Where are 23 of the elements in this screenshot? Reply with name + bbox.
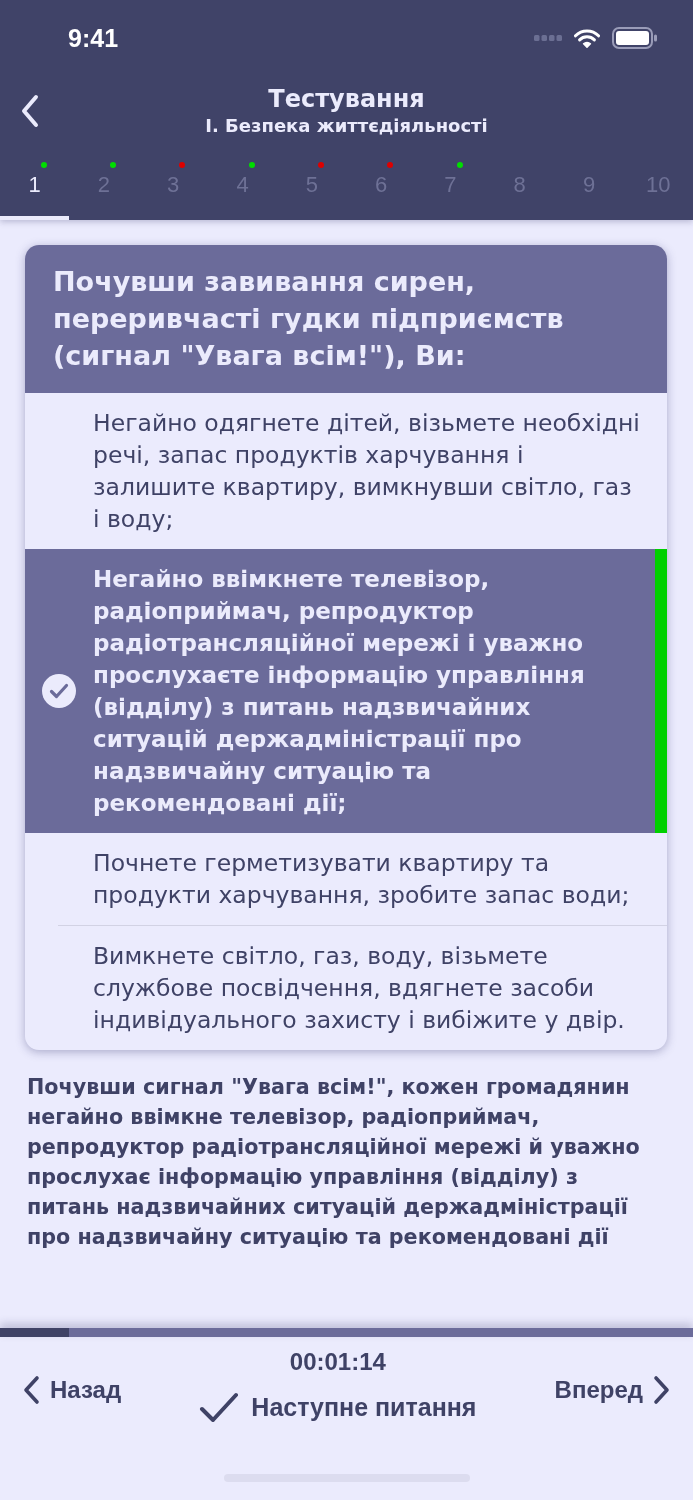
screen-title: Тестування [268,83,425,114]
timer-text: 00:01:14 [289,1347,386,1377]
back-button[interactable] [20,94,40,128]
question-text: Почувши завивання сирен, переривчасті гудки підприємств (сигнал "Увага всім!"), Ви: [53,265,565,373]
answer-option[interactable]: Почнете герметизувати квартиру та продукти харчування, зробите запас води; [25,833,667,925]
status-time: 9:41 [68,23,119,53]
checkmark-icon [199,1392,240,1422]
battery-icon [612,27,658,49]
back-nav-button[interactable]: Назад [22,1375,122,1405]
signal-icon [534,35,562,41]
answer-option[interactable]: Вимкнете світло, газ, воду, візьмете службове посвідчення, вдягнете засоби індивідуального захисту і вибіжите у двір. [25,926,667,1050]
screen-subtitle: I. Безпека життєдіяльності [205,113,488,137]
chevron-left-icon [20,94,40,128]
answer-option[interactable]: Негайно одягнете дітей, візьмете необхідні речі, запас продуктів харчування і залишите квартиру, вимкнувши світло, газ і воду; [25,393,667,549]
chevron-right-icon [653,1375,671,1405]
wifi-icon [574,28,600,48]
answer-option[interactable]: Негайно ввімкнете телевізор, радіоприймач, репродуктор радіотрансляційної мережі і уважно прослухаєте інформацію управління (відділу) з питань надзвичайних ситуацій держадміністрації про надзвичайну ситуацію та рекомендовані дії; [25,549,667,833]
next-question-button[interactable]: Наступне питання [199,1389,477,1425]
chevron-left-icon [22,1375,40,1405]
forward-nav-button[interactable]: Вперед [554,1375,671,1405]
question-tab[interactable]: 1 [0,150,70,220]
explanation-text: Почувши сигнал "Увага всім!", кожен громадянин негайно ввімкне телевізор, радіоприймач, репродуктор радіотрансляційної мережі й уважно прослухає інформацію управління (відділу) з питань надзвичайних ситуацій держадміністрації про надзвичайну ситуацію та рекомендовані дії [27,1074,641,1251]
checkmark-circle-icon [42,674,76,708]
